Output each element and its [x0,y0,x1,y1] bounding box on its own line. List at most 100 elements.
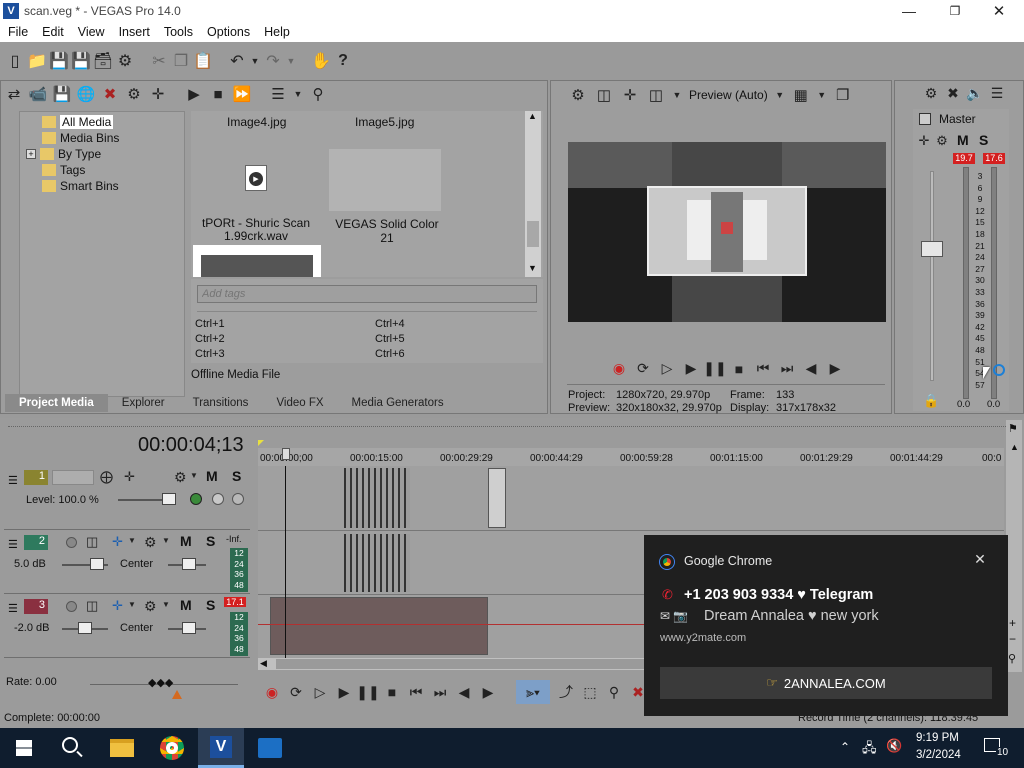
track-grip-icon[interactable]: ☰ [8,474,18,487]
dim-output-icon[interactable]: 🔈 [966,85,983,102]
timeline-vertical-scroll[interactable]: ⚑ ▲ + − ⚲ [1006,420,1022,672]
track-name-field[interactable] [52,470,94,485]
tree-item-all-media[interactable]: All Media [42,114,184,130]
stop-icon[interactable]: ■ [731,361,747,377]
go-to-start-icon[interactable]: ⏮ [755,360,771,377]
track-grip-icon[interactable]: ☰ [8,538,18,551]
chrome-taskbar-icon[interactable] [160,736,184,760]
whats-this-help-icon[interactable]: ? [334,52,352,70]
menu-edit[interactable]: Edit [35,25,71,39]
properties-gear-icon[interactable]: ⚙ [116,51,134,71]
zoom-out-icon[interactable]: − [1009,632,1016,646]
track-motion-icon[interactable]: ⨁ [100,469,113,485]
master-solo-button[interactable]: S [979,132,988,148]
audio-file-thumbnail[interactable]: ▶ [245,165,267,191]
tree-item-by-type[interactable]: + By Type [26,146,184,162]
search-icon[interactable] [62,737,78,753]
track-settings-dropdown-icon[interactable]: ▼ [162,536,170,545]
track-mute-button[interactable]: M [206,468,218,484]
master-fader-track[interactable] [930,171,934,381]
remove-media-icon[interactable]: ✖ [101,85,119,103]
menu-help[interactable]: Help [257,25,297,39]
vegas-taskbar-button[interactable]: V [198,728,244,768]
track-pan-handle[interactable] [182,622,196,634]
tab-media-generators[interactable]: Media Generators [338,394,474,412]
scroll-up-icon[interactable]: ▲ [528,111,537,121]
capture-icon[interactable]: 📹 [29,85,48,103]
playhead-marker-icon[interactable] [282,448,290,460]
search-icon[interactable]: ⚲ [309,85,327,103]
undo-icon[interactable]: ↶ [228,51,246,71]
minimize-icon[interactable]: — [896,0,922,22]
next-frame-icon[interactable]: ▶ [480,684,496,701]
scroll-left-icon[interactable]: ◀ [260,658,267,669]
tab-explorer[interactable]: Explorer [108,394,179,412]
peak-right-indicator[interactable]: 17.6 [983,153,1005,164]
preview-quality-select[interactable]: Preview (Auto) [689,88,768,102]
rate-slider-handle-icon[interactable]: ◆◆◆ [148,676,173,689]
tab-project-media[interactable]: Project Media [5,394,108,412]
tree-item-smart-bins[interactable]: Smart Bins [42,178,184,194]
new-file-icon[interactable]: ▯ [6,51,24,71]
overlays-dropdown-icon[interactable]: ▼ [817,90,826,100]
media-file-name[interactable]: Image5.jpg [355,115,414,129]
start-windows-icon[interactable] [16,740,32,756]
play-icon[interactable]: ▶ [683,360,699,377]
menu-insert[interactable]: Insert [112,25,157,39]
previous-frame-icon[interactable]: ◀ [456,684,472,701]
stop-icon[interactable]: ■ [384,684,400,700]
auto-preview-icon[interactable]: ⏩ [233,85,252,103]
copy-icon[interactable]: ❐ [172,51,190,71]
play-from-start-icon[interactable]: ▷ [312,684,328,701]
loop-marker-icon[interactable] [258,440,264,446]
normal-edit-tool-icon[interactable]: ⫸▾ [516,680,550,704]
menu-file[interactable]: File [1,25,35,39]
zoom-in-icon[interactable]: + [1009,616,1016,630]
compositing-parent-icon[interactable] [232,493,244,505]
scroll-down-icon[interactable]: ▼ [528,263,537,273]
tree-item-tags[interactable]: Tags [42,162,184,178]
scrollbar-thumb[interactable] [527,221,539,247]
video-fx-icon[interactable]: ◫ [647,86,665,104]
track-header-1[interactable]: ☰ 1 ⨁ ✛ ⚙ ▼ M S Level: 100.0 % [4,466,250,530]
track-volume-handle[interactable] [78,622,92,634]
track-solo-button[interactable]: S [232,468,241,484]
play-from-start-icon[interactable]: ▷ [659,360,675,377]
undo-dropdown-icon[interactable]: ▼ [250,56,260,66]
chrome-notification[interactable]: Google Chrome ✕ ✆ +1 203 903 9334 ♥ Tele… [644,535,1008,716]
tab-transitions[interactable]: Transitions [179,394,263,412]
track-mute-button[interactable]: M [180,533,192,549]
track-header-3[interactable]: ☰ 3 ◫ ✛ ▼ ⚙ ▼ M S -2.0 dB Center 17.1 12… [4,596,250,658]
arm-record-icon[interactable] [66,601,77,612]
solid-color-thumbnail[interactable] [329,149,441,211]
media-file-name[interactable]: Image4.jpg [227,115,286,129]
media-properties-gear-icon[interactable]: ⚙ [125,85,143,103]
audio-event-strips[interactable] [344,534,410,592]
video-event-clip[interactable] [488,468,506,528]
save-as-icon[interactable]: 💾 [71,51,91,71]
track-solo-button[interactable]: S [206,597,215,613]
compositing-child-icon[interactable] [212,493,224,505]
pause-icon[interactable]: ❚❚ [703,360,726,377]
menu-view[interactable]: View [71,25,112,39]
tab-video-fx[interactable]: Video FX [262,394,337,412]
record-icon[interactable]: ◉ [611,360,627,377]
track-volume-handle[interactable] [90,558,104,570]
master-mute-button[interactable]: M [957,132,969,148]
track-level-handle[interactable] [162,493,176,505]
pause-icon[interactable]: ❚❚ [356,684,379,701]
peak-left-indicator[interactable]: 19.7 [953,153,975,164]
expand-icon[interactable]: + [26,149,36,159]
envelope-edit-tool-icon[interactable]: ⤴ [558,682,574,702]
external-monitor-icon[interactable]: ◫ [595,86,613,104]
track-fx-dropdown-icon[interactable]: ▼ [128,600,136,609]
media-player-taskbar-icon[interactable] [258,738,282,758]
lock-icon[interactable]: 🔒 [923,393,939,409]
track-mute-button[interactable]: M [180,597,192,613]
track-pan-handle[interactable] [182,558,196,570]
add-tags-input[interactable] [197,285,537,303]
clock-time[interactable]: 9:19 PM [916,732,959,744]
media-file-name[interactable]: tPORt - Shuric Scan 1.99crk.wav [199,217,313,243]
clock-date[interactable]: 3/2/2024 [916,749,961,761]
web-icon[interactable]: 🌐 [77,85,96,103]
